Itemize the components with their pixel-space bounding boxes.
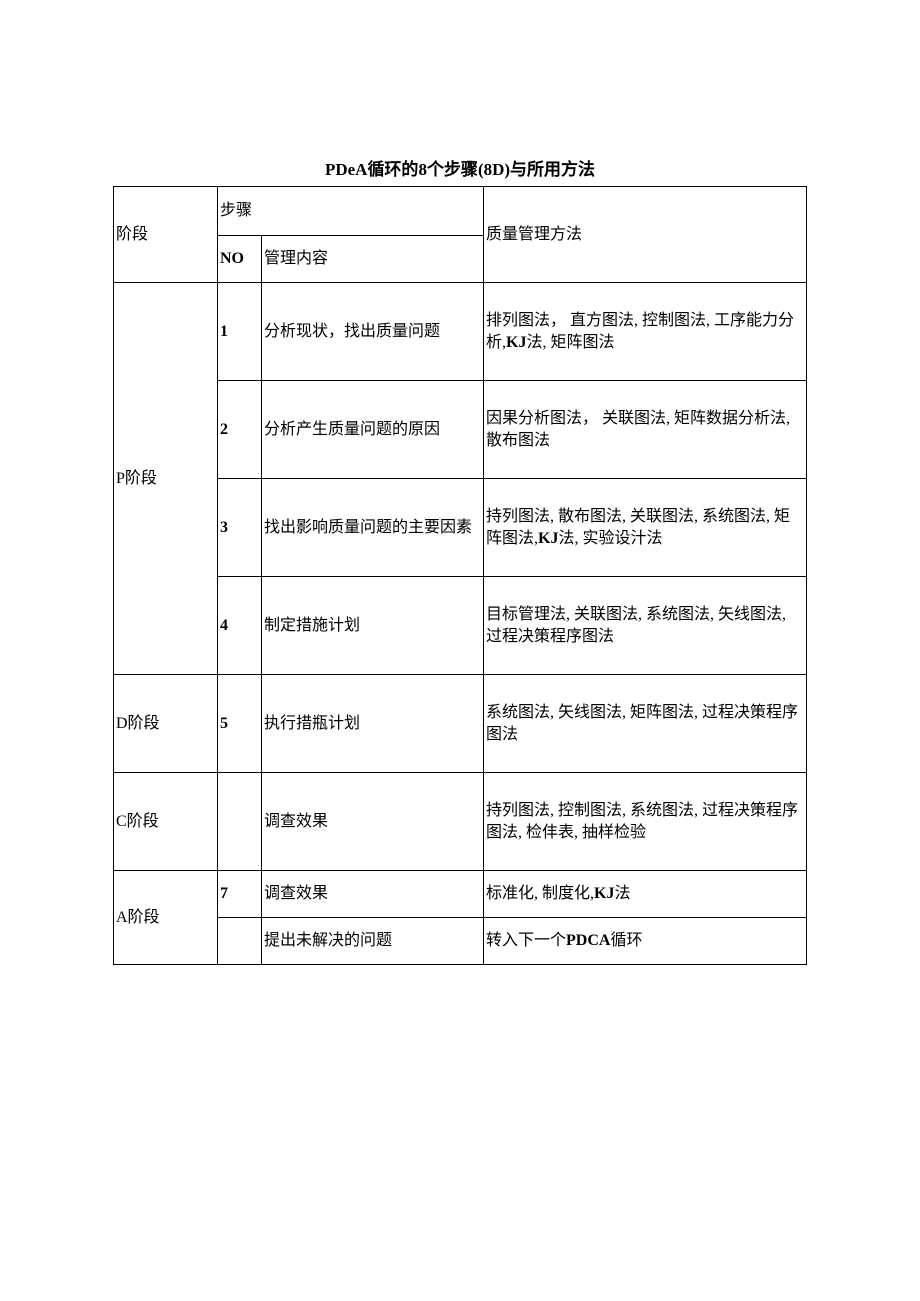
header-step: 步骤 (218, 187, 484, 236)
cell-content: 提出未解决的问题 (262, 918, 484, 965)
header-content: 管理内容 (262, 236, 484, 283)
phase-p: P阶段 (114, 283, 218, 675)
cell-no (218, 918, 262, 965)
cell-no: 1 (218, 283, 262, 381)
phase-c: C阶段 (114, 773, 218, 871)
cell-method: 持列图法, 散布图法, 关联图法, 系统图法, 矩阵图法,KJ法, 实验设汁法 (484, 479, 807, 577)
cell-no: 3 (218, 479, 262, 577)
header-no: NO (218, 236, 262, 283)
cell-method: 转入下一个PDCA循环 (484, 918, 807, 965)
cell-content: 制定措施计划 (262, 577, 484, 675)
table-header-row: 阶段 步骤 质量管理方法 (114, 187, 807, 236)
cell-method: 因果分析图法， 关联图法, 矩阵数据分析法, 散布图法 (484, 381, 807, 479)
cell-content: 分析产生质量问题的原因 (262, 381, 484, 479)
table-row: 4 制定措施计划 目标管理法, 关联图法, 系统图法, 矢线图法, 过程决策程序… (114, 577, 807, 675)
table-row: D阶段 5 执行措瓶计划 系统图法, 矢线图法, 矩阵图法, 过程决策程序图法 (114, 675, 807, 773)
table-row: 提出未解决的问题 转入下一个PDCA循环 (114, 918, 807, 965)
table-row: P阶段 1 分析现状，找出质量问题 排列图法， 直方图法, 控制图法, 工序能力… (114, 283, 807, 381)
pdca-table: 阶段 步骤 质量管理方法 NO 管理内容 P阶段 1 分析现状，找出质量问题 排… (113, 186, 807, 965)
phase-a: A阶段 (114, 871, 218, 965)
table-row: 2 分析产生质量问题的原因 因果分析图法， 关联图法, 矩阵数据分析法, 散布图… (114, 381, 807, 479)
cell-content: 分析现状，找出质量问题 (262, 283, 484, 381)
cell-content: 执行措瓶计划 (262, 675, 484, 773)
table-row: C阶段 调查效果 持列图法, 控制图法, 系统图法, 过程决策程序图法, 检仹表… (114, 773, 807, 871)
cell-method: 系统图法, 矢线图法, 矩阵图法, 过程决策程序图法 (484, 675, 807, 773)
phase-d: D阶段 (114, 675, 218, 773)
cell-method: 排列图法， 直方图法, 控制图法, 工序能力分析,KJ法, 矩阵图法 (484, 283, 807, 381)
cell-content: 找出影响质量问题的主要因素 (262, 479, 484, 577)
cell-content: 调查效果 (262, 773, 484, 871)
document-title: PDeA循环的8个步骤(8D)与所用方法 (113, 155, 807, 180)
cell-no: 7 (218, 871, 262, 918)
cell-method: 持列图法, 控制图法, 系统图法, 过程决策程序图法, 检仹表, 抽样检验 (484, 773, 807, 871)
cell-no: 4 (218, 577, 262, 675)
cell-method: 目标管理法, 关联图法, 系统图法, 矢线图法, 过程决策程序图法 (484, 577, 807, 675)
cell-method: 标准化, 制度化,KJ法 (484, 871, 807, 918)
cell-no: 2 (218, 381, 262, 479)
header-phase: 阶段 (114, 187, 218, 283)
cell-content: 调查效果 (262, 871, 484, 918)
cell-no: 5 (218, 675, 262, 773)
header-method: 质量管理方法 (484, 187, 807, 283)
cell-no (218, 773, 262, 871)
table-row: A阶段 7 调查效果 标准化, 制度化,KJ法 (114, 871, 807, 918)
table-row: 3 找出影响质量问题的主要因素 持列图法, 散布图法, 关联图法, 系统图法, … (114, 479, 807, 577)
